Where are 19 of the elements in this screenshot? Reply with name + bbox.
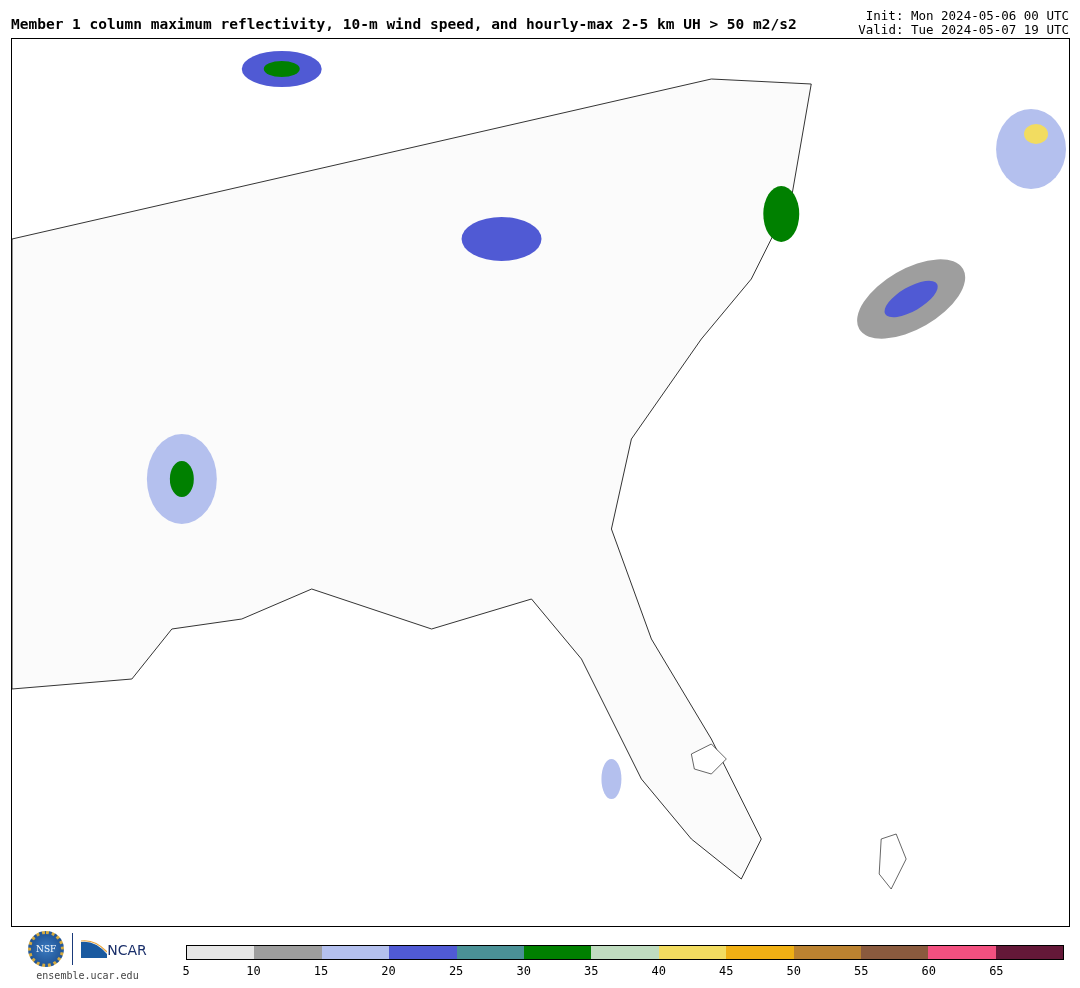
tick-label: 15 xyxy=(313,964,329,978)
init-time: Init: Mon 2024-05-06 00 UTC xyxy=(865,9,1069,23)
tick-label: 40 xyxy=(651,964,666,978)
tick-label: 35 xyxy=(583,964,599,978)
tick-label: 65 xyxy=(989,964,1004,978)
tick-label: 5 xyxy=(182,964,190,978)
tick-label: 10 xyxy=(246,964,261,978)
tick-label: 25 xyxy=(448,964,464,978)
seal-logo: NSF xyxy=(28,931,65,967)
tick-label: 20 xyxy=(381,964,396,978)
tick-label: 45 xyxy=(719,964,734,978)
tick-label: 60 xyxy=(921,964,937,978)
tick-label: 50 xyxy=(786,964,801,978)
valid-time: Valid: Tue 2024-05-07 19 UTC xyxy=(858,23,1069,37)
tick-label: 55 xyxy=(854,964,869,978)
tick-label: 30 xyxy=(516,964,531,978)
site-url: ensemble.ucar.edu xyxy=(36,970,139,981)
brand-logo: NCAR xyxy=(81,940,147,958)
chart-title: Member 1 column maximum reflectivity, 10-m wind speed, and hourly-max 2-5 km UH > 50 m2/s2 xyxy=(11,16,797,34)
